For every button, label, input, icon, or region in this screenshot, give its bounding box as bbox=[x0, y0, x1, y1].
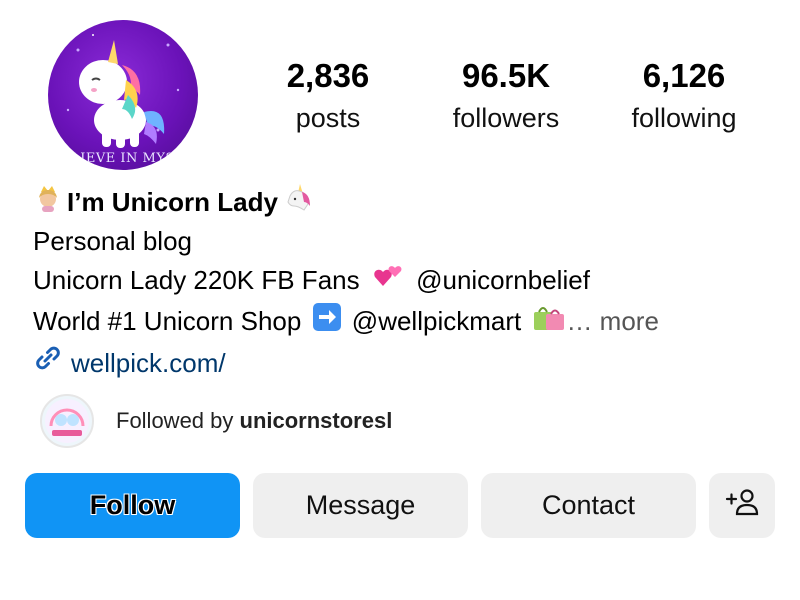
bio-line-2: World #1 Unicorn Shop @wellpickmart … mo… bbox=[33, 302, 773, 344]
followers-label: followers bbox=[452, 103, 560, 133]
stat-following[interactable]: 6,126 following bbox=[599, 56, 769, 136]
two-hearts-emoji-icon bbox=[371, 263, 405, 302]
followers-count: 96.5K bbox=[461, 57, 551, 94]
website-link[interactable]: wellpick.com/ bbox=[33, 343, 773, 384]
message-button[interactable]: Message bbox=[253, 473, 468, 538]
profile-name-row: I’m Unicorn Lady bbox=[33, 182, 773, 222]
profile-stats: 2,836 posts 96.5K followers 6,126 follow… bbox=[235, 56, 775, 146]
follow-button[interactable]: Follow bbox=[25, 473, 240, 538]
unicorn-illustration bbox=[66, 34, 180, 148]
right-arrow-emoji-icon bbox=[312, 303, 341, 342]
profile-bio: I’m Unicorn Lady Personal blog Unicorn L… bbox=[33, 182, 773, 384]
profile-avatar[interactable]: ELIEVE IN MYSE bbox=[48, 20, 198, 170]
link-icon bbox=[33, 343, 63, 384]
more-link[interactable]: … more bbox=[566, 306, 658, 336]
posts-label: posts bbox=[295, 103, 361, 133]
contact-button[interactable]: Contact bbox=[481, 473, 696, 538]
suggested-people-button[interactable] bbox=[709, 473, 775, 538]
avatar-caption: ELIEVE IN MYSE bbox=[61, 151, 185, 166]
bio-line-2-text: World #1 Unicorn Shop bbox=[33, 305, 302, 336]
posts-count: 2,836 bbox=[286, 57, 370, 94]
princess-emoji-icon bbox=[33, 182, 63, 222]
profile-name: I’m Unicorn Lady bbox=[67, 187, 278, 217]
mention-wellpickmart[interactable]: @wellpickmart bbox=[352, 306, 521, 336]
profile-category: Personal blog bbox=[33, 226, 192, 256]
unicorn-emoji-icon bbox=[282, 182, 314, 222]
followed-by-prefix: Followed by bbox=[116, 408, 234, 433]
following-count: 6,126 bbox=[642, 57, 726, 94]
bio-line-1: Unicorn Lady 220K FB Fans @unicornbelief bbox=[33, 261, 773, 302]
followed-by-username[interactable]: unicornstoresl bbox=[240, 408, 393, 433]
mention-unicornbelief[interactable]: @unicornbelief bbox=[416, 265, 590, 295]
add-person-icon bbox=[725, 487, 759, 524]
shopping-bags-emoji-icon bbox=[532, 302, 566, 343]
follower-avatar bbox=[40, 394, 94, 448]
following-label: following bbox=[631, 103, 737, 133]
followed-by[interactable]: Followed by unicornstoresl bbox=[40, 394, 392, 448]
stat-posts[interactable]: 2,836 posts bbox=[243, 56, 413, 136]
followed-by-text: Followed by unicornstoresl bbox=[116, 408, 392, 434]
bio-line-1-text: Unicorn Lady 220K FB Fans bbox=[33, 265, 360, 295]
stat-followers[interactable]: 96.5K followers bbox=[421, 56, 591, 136]
website-url: wellpick.com/ bbox=[71, 348, 226, 379]
